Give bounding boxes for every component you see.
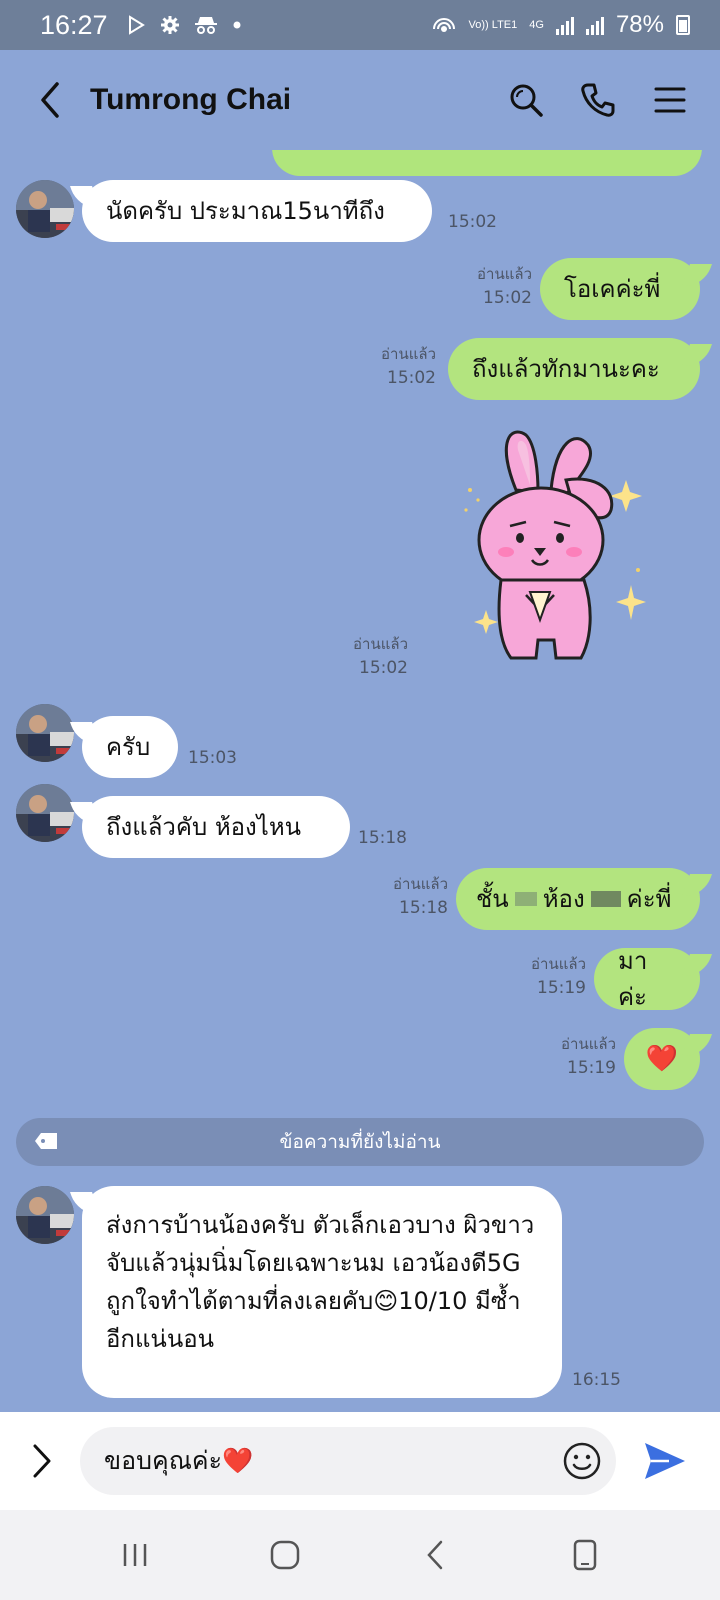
message-bubble[interactable]: ส่งการบ้านน้องครับ ตัวเล็กเอวบาง ผิวขาว …	[82, 1186, 562, 1398]
assistant-button[interactable]	[555, 1525, 615, 1585]
message-bubble[interactable]: ครับ	[82, 716, 178, 778]
recent-apps-icon	[123, 1544, 147, 1566]
tag-icon	[35, 1133, 57, 1149]
search-button[interactable]	[506, 80, 546, 120]
settings-gear-icon	[160, 16, 179, 34]
send-button[interactable]	[642, 1438, 688, 1484]
message-time: 16:15	[572, 1370, 621, 1390]
message-meta: อ่านแล้ว 15:02	[440, 262, 532, 310]
message-input-value: ขอบคุณค่ะ❤️	[104, 1446, 254, 1475]
sticker-pink-bunny[interactable]	[456, 420, 676, 680]
chat-header: Tumrong Chai	[0, 50, 720, 150]
message-meta: อ่านแล้ว 15:18	[370, 872, 448, 920]
send-icon	[645, 1443, 685, 1479]
message-text: มาค่ะ	[618, 947, 648, 1011]
avatar-photo	[16, 784, 74, 842]
message-input[interactable]: ขอบคุณค่ะ❤️	[80, 1427, 616, 1495]
message-text-part: ชั้น	[476, 885, 509, 913]
message-time: 15:18	[399, 898, 448, 918]
read-receipt: อ่านแล้ว	[561, 1035, 616, 1053]
search-icon	[510, 84, 543, 117]
composer-bar: ขอบคุณค่ะ❤️	[0, 1412, 720, 1510]
message-text: โอเคค่ะพี่	[564, 275, 661, 303]
message-text-part: ห้อง	[542, 885, 585, 913]
network-4g-indicator: 4G	[529, 19, 544, 31]
read-receipt: อ่านแล้ว	[477, 265, 532, 283]
message-time: 15:18	[358, 828, 407, 848]
expand-button[interactable]	[22, 1441, 62, 1481]
message-bubble[interactable]: ❤️	[624, 1028, 700, 1090]
message-meta: อ่านแล้ว 15:19	[540, 1032, 616, 1080]
back-nav-icon	[427, 1540, 443, 1570]
status-bar: 16:27 Vo)) LTE1 4G 78%	[0, 0, 720, 50]
play-store-icon	[128, 15, 145, 35]
message-text: ส่งการบ้านน้องครับ ตัวเล็กเอวบาง ผิวขาว …	[106, 1211, 535, 1353]
signal-strength-icon	[555, 15, 574, 35]
avatar-photo	[16, 704, 74, 762]
redaction-block	[514, 892, 537, 906]
contact-avatar[interactable]	[16, 180, 74, 238]
previous-message-bubble[interactable]	[272, 150, 702, 176]
message-bubble[interactable]: โอเคค่ะพี่	[540, 258, 700, 320]
contact-avatar[interactable]	[16, 704, 74, 762]
message-time: 15:19	[537, 978, 586, 998]
message-bubble[interactable]: มาค่ะ	[594, 947, 700, 1011]
recent-apps-button[interactable]	[105, 1525, 165, 1585]
message-bubble[interactable]: ถึงแล้วทักมานะคะ	[448, 338, 700, 400]
battery-percent: 78%	[615, 11, 664, 38]
message-time: 15:02	[448, 212, 497, 232]
chevron-right-icon	[33, 1444, 51, 1478]
avatar-photo	[16, 1186, 74, 1244]
read-receipt: อ่านแล้ว	[393, 875, 448, 893]
menu-button[interactable]	[650, 80, 690, 120]
home-button[interactable]	[255, 1525, 315, 1585]
message-text-part: ค่ะพี่	[626, 885, 672, 913]
message-text: ครับ	[106, 733, 151, 761]
system-nav-bar	[0, 1510, 720, 1600]
call-button[interactable]	[578, 80, 618, 120]
redaction-block	[590, 891, 621, 907]
message-meta: อ่านแล้ว 15:02	[340, 632, 408, 680]
message-time: 15:02	[483, 288, 532, 308]
menu-icon	[654, 87, 686, 113]
read-receipt: อ่านแล้ว	[353, 635, 408, 653]
message-bubble[interactable]: ชั้น ห้อง ค่ะพี่	[456, 868, 700, 930]
unread-divider: ข้อความที่ยังไม่อ่าน	[16, 1118, 704, 1166]
incognito-icon	[194, 17, 217, 34]
read-receipt: อ่านแล้ว	[381, 345, 436, 363]
message-bubble[interactable]: นัดครับ ประมาณ15นาทีถึง	[82, 180, 432, 242]
back-chevron-icon	[41, 82, 59, 118]
read-receipt: อ่านแล้ว	[531, 955, 586, 973]
message-time: 15:19	[567, 1058, 616, 1078]
chat-messages[interactable]: นัดครับ ประมาณ15นาทีถึง 15:02 อ่านแล้ว 1…	[0, 150, 720, 1412]
notification-dot-icon	[233, 21, 241, 29]
message-text: ถึงแล้วคับ ห้องไหน	[106, 813, 302, 841]
back-button[interactable]	[30, 80, 70, 120]
emoji-icon[interactable]	[562, 1441, 602, 1481]
signal-strength-2-icon	[585, 15, 604, 35]
message-time: 15:02	[387, 368, 436, 388]
message-meta: อ่านแล้ว 15:02	[340, 342, 436, 390]
screenshot-phone-icon	[573, 1539, 597, 1571]
message-time: 15:03	[188, 748, 237, 768]
avatar-photo	[16, 180, 74, 238]
message-text: นัดครับ ประมาณ15นาทีถึง	[106, 197, 385, 225]
heart-emoji: ❤️	[645, 1044, 679, 1074]
chat-title: Tumrong Chai	[90, 83, 292, 116]
contact-avatar[interactable]	[16, 784, 74, 842]
message-bubble[interactable]: ถึงแล้วคับ ห้องไหน	[82, 796, 350, 858]
contact-avatar[interactable]	[16, 1186, 74, 1244]
back-nav-button[interactable]	[405, 1525, 465, 1585]
volte-indicator: Vo)) LTE1	[468, 19, 518, 31]
unread-divider-label: ข้อความที่ยังไม่อ่าน	[279, 1131, 441, 1153]
status-time: 16:27	[40, 9, 108, 40]
message-meta: อ่านแล้ว 15:19	[510, 952, 586, 1000]
message-time: 15:02	[359, 658, 408, 678]
message-text: ถึงแล้วทักมานะคะ	[472, 355, 660, 383]
phone-icon	[581, 83, 615, 117]
battery-icon	[676, 15, 690, 35]
home-icon	[270, 1540, 300, 1570]
hotspot-icon	[432, 18, 455, 32]
